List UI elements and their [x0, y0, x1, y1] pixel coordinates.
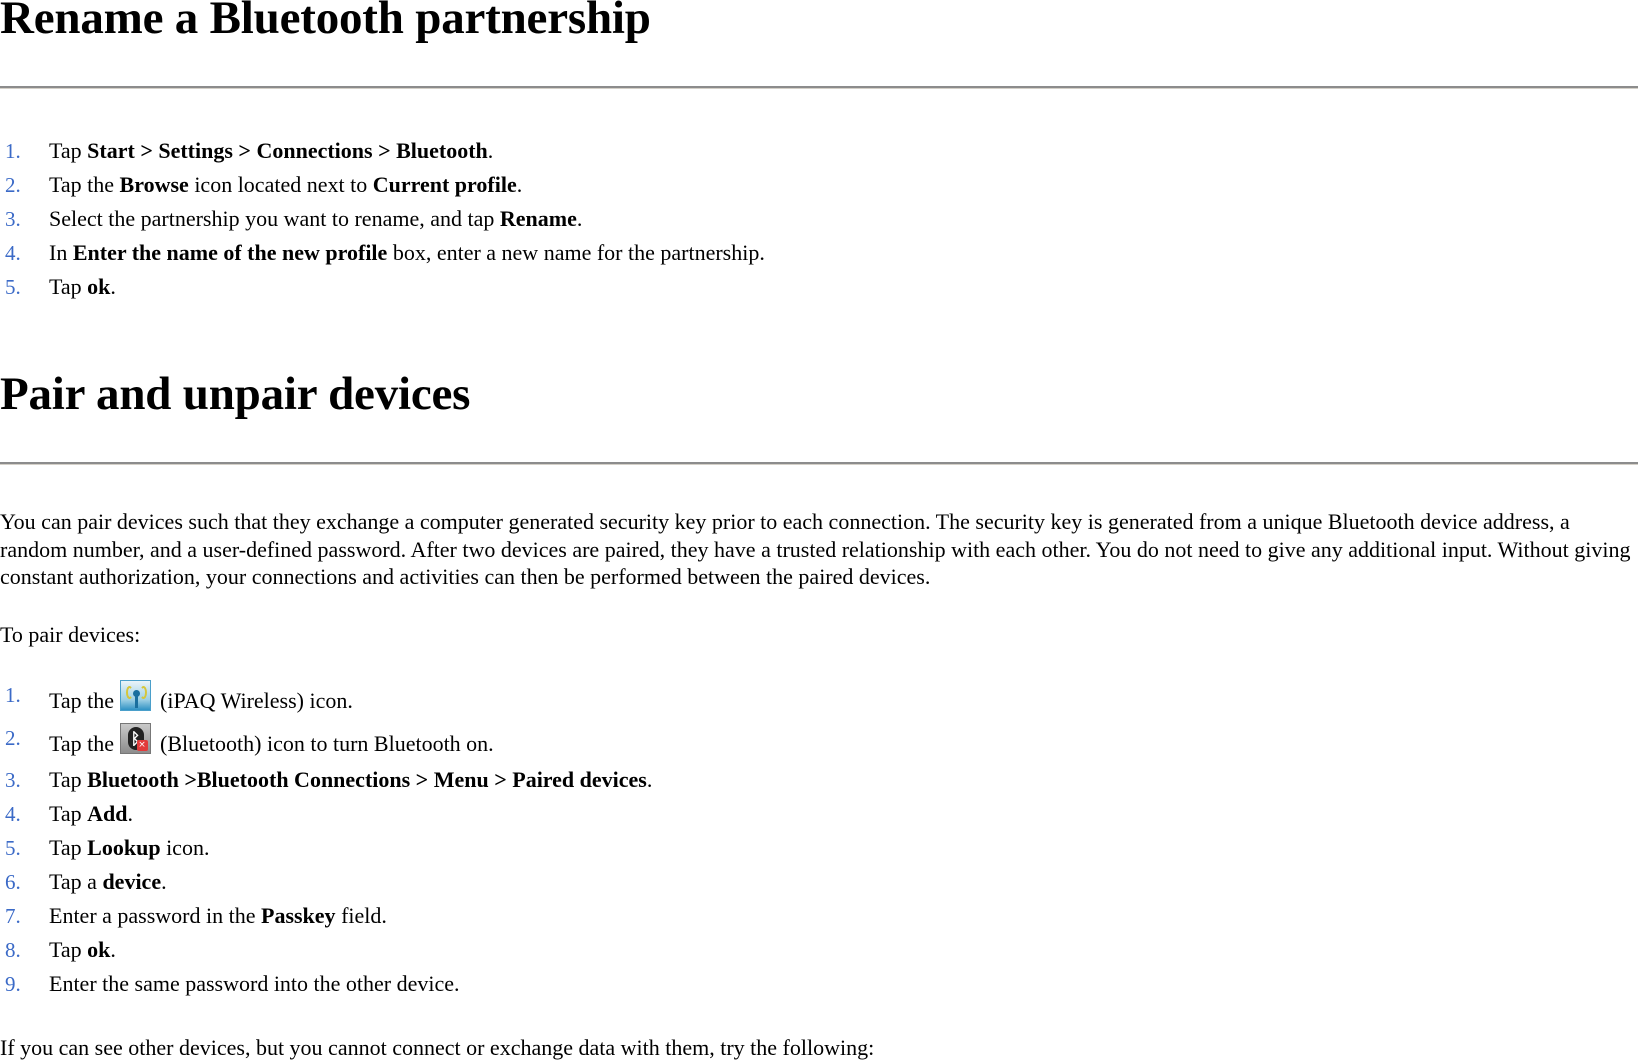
section-title-pair-devices: Pair and unpair devices: [0, 368, 471, 420]
ui-term: Add: [87, 801, 128, 826]
list-number: 6.: [5, 870, 21, 894]
ui-term: Current profile: [372, 172, 517, 197]
list-item: 2. Tap the ᛒ × (Bluetooth) icon to turn Bl…: [0, 720, 652, 763]
list-number: 3.: [5, 207, 21, 231]
list-number: 7.: [5, 904, 21, 928]
ui-term: device: [102, 869, 162, 894]
list-item: 5. Tap ok.: [0, 270, 765, 304]
list-item: 3. Select the partnership you want to ren…: [0, 202, 765, 236]
list-number: 4.: [5, 802, 21, 826]
list-number: 4.: [5, 241, 21, 265]
ui-term: ok: [87, 937, 111, 962]
list-item: 4. In Enter the name of the new profile b…: [0, 236, 765, 270]
list-item: 8. Tap ok.: [0, 933, 652, 967]
troubleshoot-paragraph: If you can see other devices, but you ca…: [0, 1035, 875, 1060]
ui-path: Start > Settings > Connections > Bluetoo…: [87, 138, 488, 163]
list-number: 5.: [5, 275, 21, 299]
section-title-rename-partnership: Rename a Bluetooth partnership: [0, 0, 651, 44]
list-number: 2.: [5, 726, 21, 750]
pair-steps-list: 1. Tap the (iPAQ Wireless) icon. 2. Tap th…: [0, 677, 652, 1001]
ui-path: Bluetooth >Bluetooth Connections > Menu …: [87, 767, 647, 792]
ui-term: Enter the name of the new profile: [72, 240, 388, 265]
list-number: 2.: [5, 173, 21, 197]
ui-term: Passkey: [261, 903, 336, 928]
ui-term: Browse: [119, 172, 189, 197]
list-item: 1. Tap the (iPAQ Wireless) icon.: [0, 677, 652, 720]
list-number: 3.: [5, 768, 21, 792]
list-item: 2. Tap the Browse icon located next to Cu…: [0, 168, 765, 202]
horizontal-rule: [0, 462, 1638, 465]
list-item: 4. Tap Add.: [0, 797, 652, 831]
list-item: 9. Enter the same password into the other…: [0, 967, 652, 1001]
horizontal-rule: [0, 86, 1638, 89]
list-item: 7. Enter a password in the Passkey field.: [0, 899, 652, 933]
list-number: 9.: [5, 972, 21, 996]
list-number: 5.: [5, 836, 21, 860]
list-item: 3. Tap Bluetooth >Bluetooth Connections >…: [0, 763, 652, 797]
list-number: 8.: [5, 938, 21, 962]
list-item: 5. Tap Lookup icon.: [0, 831, 652, 865]
list-item: 6. Tap a device.: [0, 865, 652, 899]
list-item: 1. Tap Start > Settings > Connections > B…: [0, 134, 765, 168]
ui-term: Lookup: [87, 835, 161, 860]
ui-term: Rename: [499, 206, 577, 231]
list-number: 1.: [5, 683, 21, 707]
list-number: 1.: [5, 139, 21, 163]
to-pair-label: To pair devices:: [0, 622, 141, 647]
intro-paragraph: You can pair devices such that they exch…: [0, 509, 1631, 589]
ipaq-wireless-icon: [119, 680, 151, 711]
bluetooth-icon: ᛒ ×: [119, 723, 151, 754]
rename-steps-list: 1. Tap Start > Settings > Connections > B…: [0, 134, 765, 304]
ui-term: ok: [87, 274, 111, 299]
